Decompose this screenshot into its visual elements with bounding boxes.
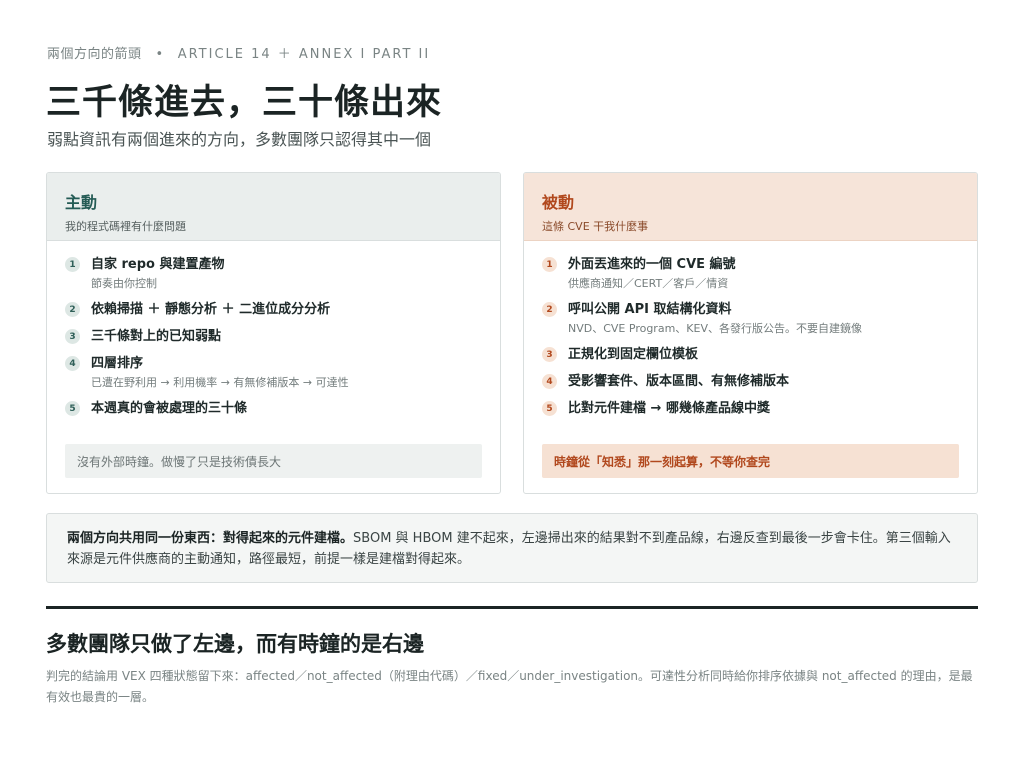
passive-card-title: 被動	[542, 193, 575, 212]
eyebrow-separator: •	[155, 47, 164, 62]
step-number-badge: 3	[542, 347, 557, 362]
step-title: 三千條對上的已知弱點	[91, 329, 222, 344]
passive-step: 3 正規化到固定欄位模板	[542, 346, 959, 363]
step-title: 自家 repo 與建置產物	[91, 257, 225, 272]
step-number-badge: 4	[542, 374, 557, 389]
eyebrow-reference: ARTICLE 14 ＋ ANNEX I PART II	[177, 47, 431, 62]
step-number-badge: 5	[542, 401, 557, 416]
step-title: 正規化到固定欄位模板	[568, 347, 699, 362]
shared-callout-lead: 兩個方向共用同一份東西：對得起來的元件建檔。	[67, 531, 354, 546]
active-card-header: 主動 我的程式碼裡有什麼問題	[47, 173, 500, 241]
step-title: 外面丟進來的一個 CVE 編號	[568, 257, 736, 272]
step-description: 節奏由你控制	[91, 277, 157, 290]
page-subtitle: 弱點資訊有兩個進來的方向，多數團隊只認得其中一個	[47, 130, 432, 149]
passive-step: 5 比對元件建檔 → 哪幾條產品線中獎	[542, 400, 959, 417]
conclusion-heading: 多數團隊只做了左邊，而有時鐘的是右邊	[46, 632, 424, 656]
step-description: 供應商通知／CERT／客戶／情資	[568, 277, 729, 290]
active-step: 4 四層排序 已遭在野利用 → 利用機率 → 有無修補版本 → 可達性	[65, 355, 482, 390]
active-card-title: 主動	[65, 193, 98, 212]
active-direction-card: 主動 我的程式碼裡有什麼問題 1 自家 repo 與建置產物 節奏由你控制 2 …	[46, 172, 501, 494]
step-number-badge: 4	[65, 356, 80, 371]
shared-inventory-callout: 兩個方向共用同一份東西：對得起來的元件建檔。SBOM 與 HBOM 建不起來，左…	[46, 513, 978, 583]
passive-direction-card: 被動 這條 CVE 干我什麼事 1 外面丟進來的一個 CVE 編號 供應商通知／…	[523, 172, 978, 494]
step-number-badge: 3	[65, 329, 80, 344]
passive-card-note: 時鐘從「知悉」那一刻起算，不等你查完	[542, 444, 959, 478]
passive-step: 2 呼叫公開 API 取結構化資料 NVD、CVE Program、KEV、各發…	[542, 301, 959, 336]
passive-step: 1 外面丟進來的一個 CVE 編號 供應商通知／CERT／客戶／情資	[542, 256, 959, 291]
step-number-badge: 1	[65, 257, 80, 272]
page-title: 三千條進去，三十條出來	[46, 83, 443, 123]
passive-steps-list: 1 外面丟進來的一個 CVE 編號 供應商通知／CERT／客戶／情資 2 呼叫公…	[524, 241, 977, 417]
section-divider	[46, 606, 978, 609]
passive-card-header: 被動 這條 CVE 干我什麼事	[524, 173, 977, 241]
step-number-badge: 2	[542, 302, 557, 317]
active-step: 5 本週真的會被處理的三十條	[65, 400, 482, 417]
step-title: 呼叫公開 API 取結構化資料	[568, 302, 732, 317]
step-title: 比對元件建檔 → 哪幾條產品線中獎	[568, 401, 770, 416]
active-card-subtitle: 我的程式碼裡有什麼問題	[65, 220, 186, 233]
passive-step: 4 受影響套件、版本區間、有無修補版本	[542, 373, 959, 390]
active-step: 1 自家 repo 與建置產物 節奏由你控制	[65, 256, 482, 291]
step-number-badge: 1	[542, 257, 557, 272]
conclusion-body: 判完的結論用 VEX 四種狀態留下來：affected／not_affected…	[46, 669, 973, 704]
active-steps-list: 1 自家 repo 與建置產物 節奏由你控制 2 依賴掃描 ＋ 靜態分析 ＋ 二…	[47, 241, 500, 417]
step-number-badge: 2	[65, 302, 80, 317]
step-title: 本週真的會被處理的三十條	[91, 401, 248, 416]
step-description: 已遭在野利用 → 利用機率 → 有無修補版本 → 可達性	[91, 376, 349, 389]
step-description: NVD、CVE Program、KEV、各發行版公告。不要自建鏡像	[568, 322, 862, 335]
passive-card-subtitle: 這條 CVE 干我什麼事	[542, 220, 649, 233]
eyebrow: 兩個方向的箭頭 • ARTICLE 14 ＋ ANNEX I PART II	[47, 43, 430, 62]
step-number-badge: 5	[65, 401, 80, 416]
step-title: 受影響套件、版本區間、有無修補版本	[568, 374, 790, 389]
eyebrow-label: 兩個方向的箭頭	[47, 47, 142, 62]
active-step: 2 依賴掃描 ＋ 靜態分析 ＋ 二進位成分分析	[65, 301, 482, 318]
active-card-note: 沒有外部時鐘。做慢了只是技術債長大	[65, 444, 482, 478]
active-step: 3 三千條對上的已知弱點	[65, 328, 482, 345]
step-title: 四層排序	[91, 356, 144, 371]
step-title: 依賴掃描 ＋ 靜態分析 ＋ 二進位成分分析	[91, 302, 331, 317]
